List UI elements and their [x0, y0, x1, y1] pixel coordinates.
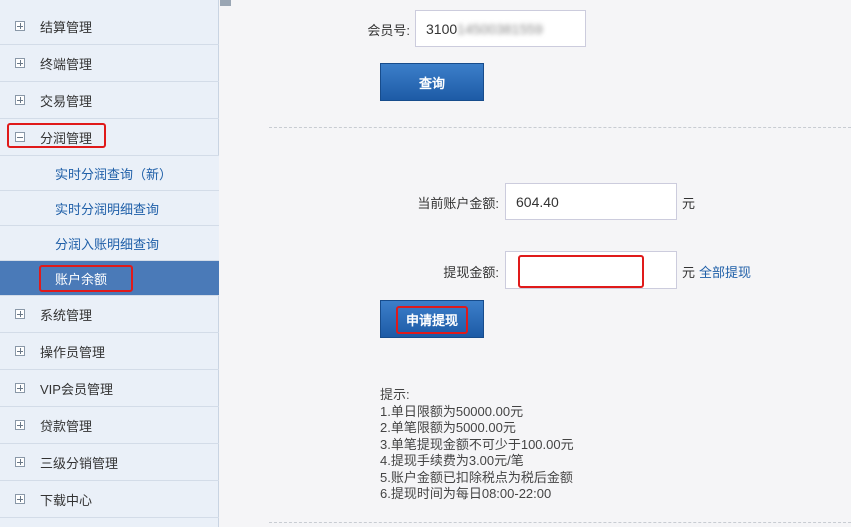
expand-icon: [15, 58, 25, 68]
subitem-profit-entry-detail[interactable]: 分润入账明细查询: [0, 226, 219, 261]
sidebar-item-loan[interactable]: 贷款管理: [0, 407, 219, 444]
subitem-account-balance[interactable]: 账户余额: [0, 261, 219, 296]
subitem-realtime-profit-query[interactable]: 实时分润查询（新）: [0, 156, 219, 191]
sidebar-item-settlement[interactable]: 结算管理: [0, 8, 219, 45]
tip-line: 2.单笔限额为5000.00元: [380, 420, 516, 435]
withdraw-unit: 元: [682, 265, 696, 280]
sidebar-item-system[interactable]: 系统管理: [0, 296, 219, 333]
subitem-label: 实时分润查询（新）: [55, 166, 173, 182]
sidebar-item-label: 贷款管理: [40, 418, 93, 434]
apply-withdraw-button[interactable]: 申请提现: [380, 300, 484, 338]
balance-field: 604.40: [505, 183, 677, 220]
sidebar-item-label: VIP会员管理: [40, 381, 113, 397]
sidebar-item-label: 结算管理: [40, 19, 93, 35]
expand-icon: [15, 346, 25, 356]
tip-line: 3.单笔提现金额不可少于100.00元: [380, 436, 574, 452]
tip-line: 1.单日限额为50000.00元: [380, 403, 524, 419]
balance-unit: 元: [682, 196, 696, 211]
expand-icon: [15, 95, 25, 105]
sidebar-item-label: 分润管理: [40, 130, 93, 146]
tip-line: 6.提现时间为每日08:00-22:00: [380, 486, 552, 501]
expand-icon: [15, 457, 25, 467]
tip-line: 4.提现手续费为3.00元/笔: [380, 453, 524, 468]
expand-icon: [15, 21, 25, 31]
tip-line: 5.账户金额已扣除税点为税后金额: [380, 469, 573, 485]
sidebar-item-vip[interactable]: VIP会员管理: [0, 370, 219, 407]
tips-panel: 提示: 1.单日限额为50000.00元 2.单笔限额为5000.00元 3.单…: [380, 387, 574, 503]
sidebar-item-label: 交易管理: [40, 93, 93, 109]
sidebar-item-label: 下载中心: [40, 492, 93, 508]
sidebar-item-terminal[interactable]: 终端管理: [0, 45, 219, 82]
sidebar-item-label: 终端管理: [40, 56, 93, 72]
tips-title: 提示:: [380, 387, 410, 402]
sidebar-item-label: 三级分销管理: [40, 455, 119, 471]
query-button[interactable]: 查询: [380, 63, 484, 101]
subitem-realtime-profit-detail[interactable]: 实时分润明细查询: [0, 191, 219, 226]
sidebar-item-label: 操作员管理: [40, 344, 106, 360]
member-id-label: 会员号:: [367, 23, 410, 38]
section-divider: [269, 127, 851, 128]
sidebar: 结算管理 终端管理 交易管理 分润管理 实时分润查询（新） 实时分润明细查询 分…: [0, 0, 219, 527]
expand-icon: [15, 383, 25, 393]
withdraw-label: 提现金额:: [443, 265, 499, 280]
collapse-icon: [15, 132, 25, 142]
sidebar-item-profit-sharing[interactable]: 分润管理: [0, 119, 219, 156]
balance-value: 604.40: [516, 193, 559, 210]
withdraw-amount-input[interactable]: [505, 251, 677, 289]
sidebar-item-download[interactable]: 下载中心: [0, 481, 219, 518]
expand-icon: [15, 494, 25, 504]
scroll-handle[interactable]: [220, 0, 231, 6]
sidebar-item-transaction[interactable]: 交易管理: [0, 82, 219, 119]
sidebar-item-distribution[interactable]: 三级分销管理: [0, 444, 219, 481]
member-id-prefix: 3100: [426, 20, 458, 37]
withdraw-all-link[interactable]: 全部提现: [699, 262, 751, 281]
subitem-label: 分润入账明细查询: [55, 236, 160, 252]
subitem-label: 账户余额: [55, 271, 108, 287]
expand-icon: [15, 420, 25, 430]
member-id-redacted: 14500381559: [457, 20, 543, 37]
sidebar-item-operator[interactable]: 操作员管理: [0, 333, 219, 370]
expand-icon: [15, 309, 25, 319]
balance-label: 当前账户金额:: [417, 196, 499, 211]
member-id-input[interactable]: 3100 14500381559: [415, 10, 586, 47]
subitem-label: 实时分润明细查询: [55, 201, 160, 217]
sidebar-item-label: 系统管理: [40, 307, 93, 323]
section-divider: [269, 522, 851, 523]
